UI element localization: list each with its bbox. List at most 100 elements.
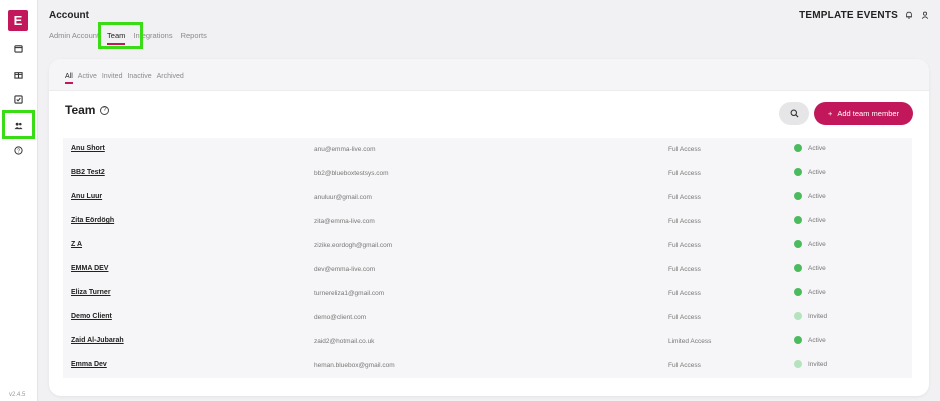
section-title-text: Team: [65, 103, 96, 117]
filter-invited[interactable]: Invited: [102, 73, 123, 80]
member-email: dev@emma-live.com: [314, 266, 376, 273]
member-access: Full Access: [668, 218, 701, 225]
member-access: Full Access: [668, 146, 701, 153]
team-tab-highlight-box: [98, 22, 143, 49]
member-access: Full Access: [668, 242, 701, 249]
table-row[interactable]: Anu Short anu@emma-live.com Full Access Act…: [63, 138, 912, 162]
member-email: heman.bluebox@gmail.com: [314, 362, 395, 369]
member-email: zita@emma-live.com: [314, 218, 375, 225]
member-status: Active: [794, 240, 826, 248]
help-icon[interactable]: ?: [100, 105, 110, 115]
calendar-icon[interactable]: [10, 40, 26, 56]
member-name[interactable]: EMMA DEV: [71, 265, 108, 272]
user-icon[interactable]: [920, 10, 930, 20]
status-label: Active: [808, 192, 826, 200]
status-label: Active: [808, 216, 826, 224]
filter-active[interactable]: Active: [78, 73, 97, 80]
search-button[interactable]: [779, 102, 809, 125]
table-row[interactable]: Emma Dev heman.bluebox@gmail.com Full Acce…: [63, 354, 912, 378]
gift-icon[interactable]: [10, 66, 26, 82]
member-name[interactable]: Zita Eördögh: [71, 217, 114, 224]
members-table: Anu Short anu@emma-live.com Full Access Act…: [63, 138, 912, 378]
status-label: Active: [808, 336, 826, 344]
filter-archived[interactable]: Archived: [157, 73, 184, 80]
member-status: Active: [794, 192, 826, 200]
status-label: Invited: [808, 360, 828, 368]
status-dot-icon: [794, 144, 802, 152]
member-access: Full Access: [668, 170, 701, 177]
status-filters: All Active Invited Inactive Archived: [65, 73, 184, 84]
member-name[interactable]: Zaid Al-Jubarah: [71, 337, 124, 344]
member-access: Limited Access: [668, 338, 712, 345]
member-name[interactable]: Emma Dev: [71, 361, 107, 368]
status-dot-icon: [794, 312, 802, 320]
table-row[interactable]: Demo Client demo@client.com Full Access Inv…: [63, 306, 912, 330]
status-label: Active: [808, 144, 826, 152]
member-email: turnereliza1@gmail.com: [314, 290, 385, 297]
member-email: anu@emma-live.com: [314, 146, 376, 153]
member-email: zaid2@hotmail.co.uk: [314, 338, 375, 345]
sidebar: E ? v2.4.5: [0, 0, 38, 401]
member-name[interactable]: Z A: [71, 241, 82, 248]
member-status: Active: [794, 168, 826, 176]
add-team-member-button[interactable]: + Add team member: [814, 102, 913, 125]
member-status: Active: [794, 264, 826, 272]
tab-admin-account[interactable]: Admin Account: [49, 31, 99, 40]
member-name[interactable]: BB2 Test2: [71, 169, 105, 176]
member-access: Full Access: [668, 266, 701, 273]
table-row[interactable]: Anu Luur anuluur@gmail.com Full Access Acti…: [63, 186, 912, 210]
status-dot-icon: [794, 240, 802, 248]
status-dot-icon: [794, 192, 802, 200]
tab-reports[interactable]: Reports: [181, 31, 207, 40]
table-row[interactable]: BB2 Test2 bb2@blueboxtestsys.com Full Acce…: [63, 162, 912, 186]
status-label: Active: [808, 264, 826, 272]
filter-all[interactable]: All: [65, 73, 73, 84]
status-dot-icon: [794, 216, 802, 224]
add-team-member-label: Add team member: [837, 109, 900, 118]
table-row[interactable]: Zaid Al-Jubarah zaid2@hotmail.co.uk Limite…: [63, 330, 912, 354]
bell-icon[interactable]: [904, 10, 914, 20]
member-status: Active: [794, 144, 826, 152]
page-title: Account: [49, 10, 89, 21]
member-access: Full Access: [668, 314, 701, 321]
filter-bar: All Active Invited Inactive Archived: [49, 59, 929, 91]
table-row[interactable]: Eliza Turner turnereliza1@gmail.com Full A…: [63, 282, 912, 306]
organization-name[interactable]: TEMPLATE EVENTS: [799, 10, 898, 21]
member-name[interactable]: Eliza Turner: [71, 289, 111, 296]
search-icon: [790, 109, 799, 118]
status-label: Invited: [808, 312, 828, 320]
status-dot-icon: [794, 288, 802, 296]
member-name[interactable]: Demo Client: [71, 313, 112, 320]
status-dot-icon: [794, 264, 802, 272]
filter-inactive[interactable]: Inactive: [127, 73, 151, 80]
member-name[interactable]: Anu Short: [71, 145, 105, 152]
app-logo[interactable]: E: [8, 10, 28, 31]
member-status: Invited: [794, 360, 827, 368]
member-status: Active: [794, 216, 826, 224]
help-icon[interactable]: ?: [10, 142, 26, 158]
member-access: Full Access: [668, 290, 701, 297]
status-dot-icon: [794, 168, 802, 176]
section-title: Team ?: [65, 103, 110, 117]
users-highlight-box: [2, 110, 35, 139]
member-name[interactable]: Anu Luur: [71, 193, 102, 200]
table-row[interactable]: Zita Eördögh zita@emma-live.com Full Acces…: [63, 210, 912, 234]
member-access: Full Access: [668, 362, 701, 369]
member-status: Active: [794, 336, 826, 344]
table-row[interactable]: Z A zizike.eordogh@gmail.com Full Access Ac…: [63, 234, 912, 258]
member-email: demo@client.com: [314, 314, 367, 321]
member-email: bb2@blueboxtestsys.com: [314, 170, 389, 177]
table-row[interactable]: EMMA DEV dev@emma-live.com Full Access Acti…: [63, 258, 912, 282]
plus-icon: +: [827, 109, 833, 118]
member-status: Invited: [794, 312, 827, 320]
team-card: All Active Invited Inactive Archived Tea…: [49, 59, 929, 396]
member-email: zizike.eordogh@gmail.com: [314, 242, 393, 249]
top-header: Account Admin Account Team Integrations …: [38, 0, 940, 55]
status-label: Active: [808, 288, 826, 296]
member-email: anuluur@gmail.com: [314, 194, 372, 201]
status-label: Active: [808, 240, 826, 248]
checkbox-icon[interactable]: [10, 91, 26, 107]
member-access: Full Access: [668, 194, 701, 201]
member-status: Active: [794, 288, 826, 296]
status-dot-icon: [794, 336, 802, 344]
